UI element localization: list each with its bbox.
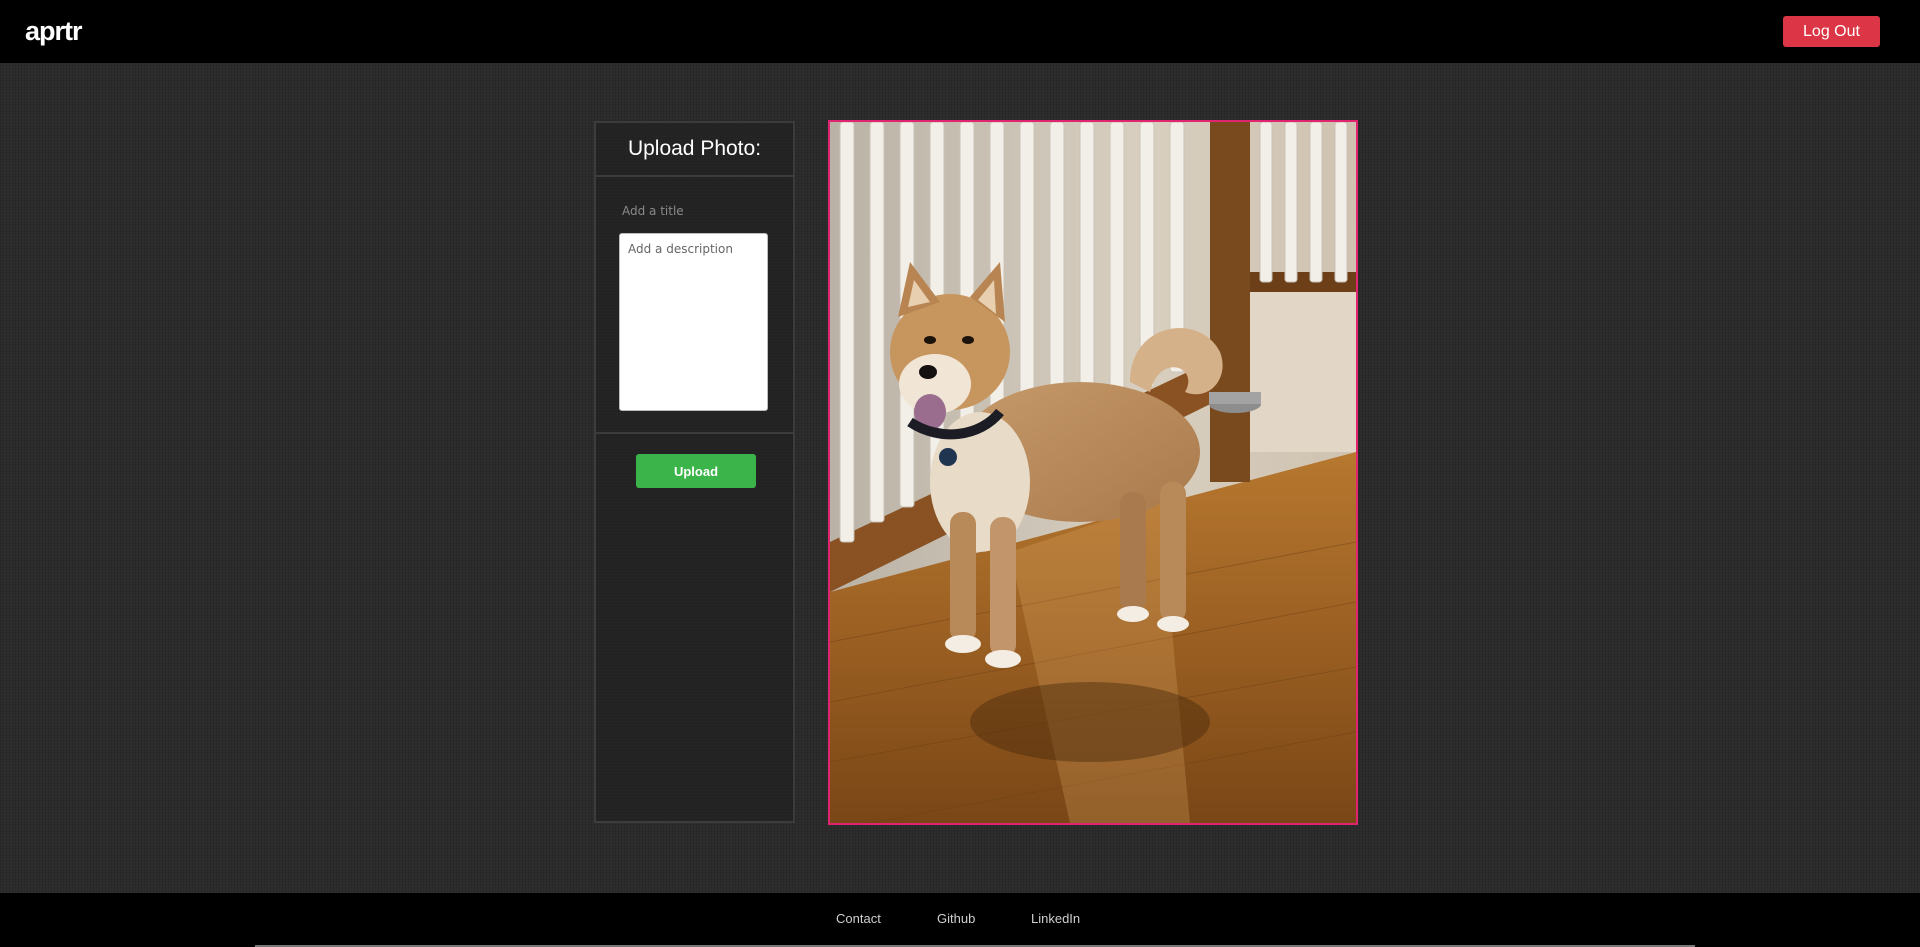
description-textarea[interactable] xyxy=(619,233,768,411)
title-input[interactable] xyxy=(616,200,774,222)
upload-button[interactable]: Upload xyxy=(636,454,756,488)
footer-link-contact[interactable]: Contact xyxy=(836,911,881,927)
top-navbar: aprtr Log Out xyxy=(0,0,1920,63)
footer-link-linkedin[interactable]: LinkedIn xyxy=(1031,911,1080,927)
photo-preview-image xyxy=(830,122,1356,823)
footer: Contact Github LinkedIn xyxy=(0,893,1920,947)
photo-preview xyxy=(828,120,1358,825)
upload-panel: Upload Photo: Upload xyxy=(594,121,795,823)
upload-panel-title: Upload Photo: xyxy=(627,137,762,160)
app-logo[interactable]: aprtr xyxy=(25,16,83,46)
footer-link-github[interactable]: Github xyxy=(937,911,975,927)
upload-panel-header: Upload Photo: xyxy=(596,123,793,177)
logout-button[interactable]: Log Out xyxy=(1783,16,1880,47)
panel-divider xyxy=(596,432,793,434)
